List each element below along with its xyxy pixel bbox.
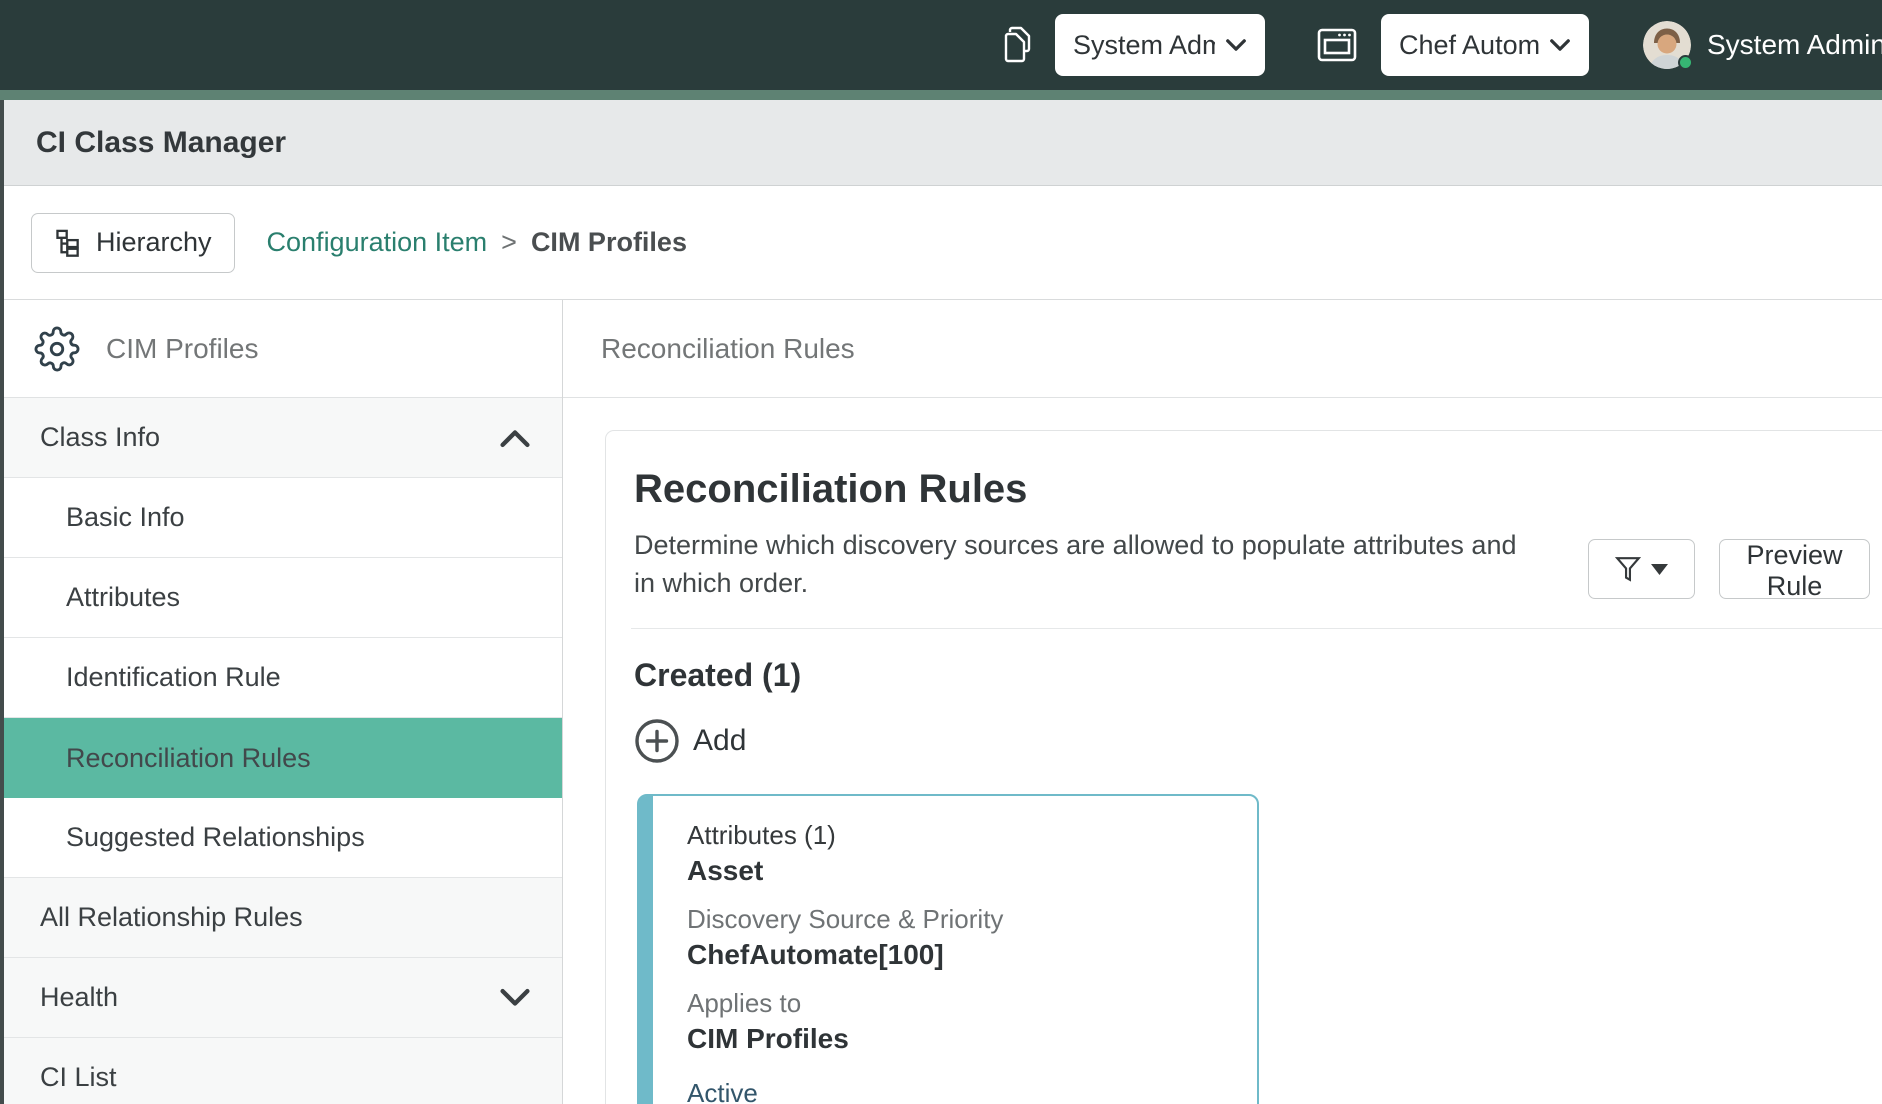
- rule-source-label: Discovery Source & Priority: [687, 902, 1237, 936]
- sidebar-nav: Class Info Basic Info Attributes Identif…: [4, 398, 562, 1104]
- plus-circle-icon: [634, 718, 680, 764]
- workspace-dropdown-value: System Adm: [1073, 30, 1215, 61]
- breadcrumb-configuration-item[interactable]: Configuration Item: [267, 227, 488, 258]
- hierarchy-button[interactable]: Hierarchy: [31, 213, 235, 273]
- sidebar-item-label: CI List: [40, 1062, 117, 1093]
- sidebar-item-ci-list[interactable]: CI List: [4, 1038, 562, 1104]
- page-title: CI Class Manager: [36, 126, 286, 160]
- sidebar-item-class-info[interactable]: Class Info: [4, 398, 562, 478]
- app-window-icon: [1317, 28, 1357, 62]
- copy-pages-icon: [999, 25, 1033, 65]
- app-title-bar: CI Class Manager: [4, 100, 1882, 186]
- rule-attributes-label: Attributes (1): [687, 818, 1237, 852]
- rule-source-value: ChefAutomate[100]: [687, 936, 1237, 974]
- preview-rule-button[interactable]: Preview Rule: [1719, 539, 1870, 599]
- sidebar-item-label: Reconciliation Rules: [66, 743, 311, 774]
- created-heading: Created (1): [634, 657, 1882, 694]
- sidebar-item-label: Basic Info: [66, 502, 185, 533]
- user-avatar[interactable]: [1643, 21, 1691, 69]
- reconciliation-rule-item[interactable]: Attributes (1) Asset Discovery Source & …: [637, 794, 1259, 1104]
- filter-caret-icon: [1651, 564, 1668, 575]
- sidebar-item-health[interactable]: Health: [4, 958, 562, 1038]
- sidebar-item-label: Attributes: [66, 582, 180, 613]
- sidebar-item-reconciliation-rules[interactable]: Reconciliation Rules: [4, 718, 562, 798]
- workspace-dropdown[interactable]: System Adm: [1055, 14, 1265, 76]
- sidebar-title: CIM Profiles: [106, 333, 258, 365]
- presence-indicator: [1678, 55, 1693, 70]
- sidebar-item-suggested-relationships[interactable]: Suggested Relationships: [4, 798, 562, 878]
- breadcrumb-cim-profiles: CIM Profiles: [531, 227, 687, 258]
- sidebar-item-attributes[interactable]: Attributes: [4, 558, 562, 638]
- filter-button[interactable]: [1588, 539, 1695, 599]
- main-panel-header: Reconciliation Rules: [563, 300, 1882, 398]
- card-title: Reconciliation Rules: [634, 467, 1882, 512]
- rule-applies-label: Applies to: [687, 986, 1237, 1020]
- sidebar-item-label: Identification Rule: [66, 662, 281, 693]
- toolbar-row: Hierarchy Configuration Item > CIM Profi…: [4, 186, 1882, 300]
- chevron-up-icon: [498, 427, 532, 449]
- copy-pages-button[interactable]: [999, 25, 1033, 65]
- top-bar: System Adm Chef Autom System Adminis: [0, 0, 1882, 90]
- main-content: Reconciliation Rules Determine which dis…: [563, 398, 1882, 1104]
- add-rule-button[interactable]: Add: [634, 718, 746, 764]
- app-window-button[interactable]: [1317, 28, 1357, 62]
- application-dropdown[interactable]: Chef Autom: [1381, 14, 1589, 76]
- hierarchy-button-label: Hierarchy: [96, 227, 212, 258]
- chevron-down-icon: [1225, 38, 1247, 52]
- breadcrumb-separator: >: [501, 227, 517, 258]
- reconciliation-rules-card: Reconciliation Rules Determine which dis…: [605, 430, 1882, 1104]
- sidebar-item-basic-info[interactable]: Basic Info: [4, 478, 562, 558]
- gear-icon: [34, 326, 80, 372]
- panel-title: Reconciliation Rules: [601, 333, 855, 365]
- sidebar-item-label: All Relationship Rules: [40, 902, 303, 933]
- rule-applies-value: CIM Profiles: [687, 1020, 1237, 1058]
- sidebar-item-all-relationship-rules[interactable]: All Relationship Rules: [4, 878, 562, 958]
- class-sidebar: CIM Profiles Class Info Basic Info Attri…: [4, 300, 563, 1104]
- sidebar-item-label: Class Info: [40, 422, 160, 453]
- sidebar-item-label: Suggested Relationships: [66, 822, 365, 853]
- sidebar-header: CIM Profiles: [4, 300, 562, 398]
- rule-accent-bar: [639, 796, 653, 1104]
- breadcrumb: Configuration Item > CIM Profiles: [267, 227, 687, 258]
- chevron-down-icon: [498, 987, 532, 1009]
- rule-status-badge: Active: [687, 1076, 1237, 1104]
- accent-strip: [0, 90, 1882, 100]
- sidebar-item-label: Health: [40, 982, 118, 1013]
- add-button-label: Add: [693, 724, 746, 758]
- filter-funnel-icon: [1615, 555, 1641, 583]
- user-name[interactable]: System Adminis: [1707, 29, 1882, 61]
- main-panel: Reconciliation Rules Reconciliation Rule…: [563, 300, 1882, 1104]
- rule-attributes-value: Asset: [687, 852, 1237, 890]
- section-divider: [631, 628, 1882, 629]
- hierarchy-icon: [54, 228, 84, 258]
- sidebar-item-identification-rule[interactable]: Identification Rule: [4, 638, 562, 718]
- application-dropdown-value: Chef Autom: [1399, 30, 1539, 61]
- chevron-down-icon: [1549, 38, 1571, 52]
